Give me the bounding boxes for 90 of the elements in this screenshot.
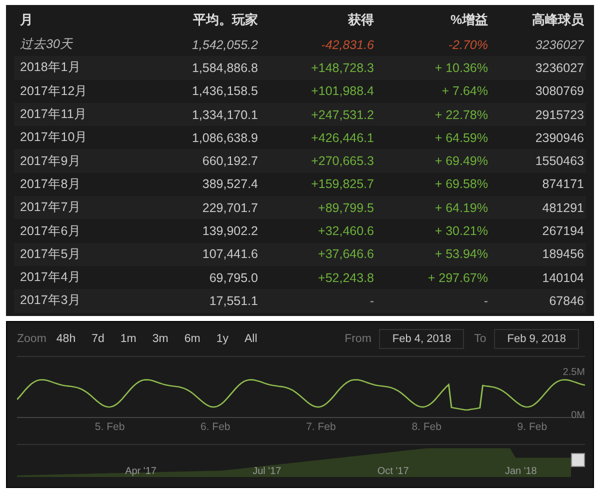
to-label: To: [474, 332, 486, 345]
table-cell-text: + 64.19%: [434, 200, 488, 215]
table-cell-text: 3236027: [534, 38, 584, 52]
axis-label: 6. Feb: [200, 420, 230, 433]
table-cell-text: + 64.59%: [434, 130, 488, 145]
table-cell-text: 389,527.4: [201, 177, 258, 192]
table-cell-text: 过去30天: [19, 36, 74, 54]
table-cell-text: 1,086,638.9: [190, 130, 258, 145]
navigator[interactable]: Apr '17 Jul '17 Oct '17 Jan '18: [17, 444, 585, 477]
table-cell-text: +37,646.6: [317, 247, 374, 262]
from-label: From: [344, 332, 372, 345]
table-cell-text: 69,795.0: [208, 270, 258, 285]
axis-label: 5. Feb: [94, 420, 125, 433]
table-cell-text: -: [368, 294, 374, 308]
table-cell-text: 140104: [541, 270, 584, 285]
axis-label: 9. Feb: [517, 420, 548, 433]
table-cell-text: + 7.64%: [440, 84, 488, 98]
column-header: 平均。玩家: [192, 11, 258, 29]
axis-label: 7. Feb: [306, 420, 336, 433]
zoom-button[interactable]: 1y: [210, 330, 234, 347]
table-cell-text: 1,542,055.2: [190, 38, 258, 52]
axis-label: Oct '17: [377, 466, 409, 477]
table-cell-text: 67846: [548, 294, 584, 308]
table-cell-text: 2017年7月: [19, 199, 82, 216]
table-cell-text: 2017年6月: [19, 222, 82, 240]
column-header: 月: [19, 11, 34, 29]
table-cell-text: +32,460.6: [317, 224, 374, 238]
zoom-button[interactable]: 1m: [114, 330, 142, 347]
zoom-button[interactable]: All: [238, 330, 264, 347]
date-field[interactable]: Feb 9, 2018: [494, 328, 579, 349]
table-cell-text: +426,446.1: [310, 130, 374, 145]
table-cell-text: + 53.94%: [434, 247, 488, 262]
table-cell-text: 267194: [541, 224, 584, 238]
table-cell-text: -: [482, 294, 488, 308]
table-cell-text: -2.70%: [447, 38, 488, 52]
table-cell-text: 1,584,886.8: [190, 60, 258, 75]
axis-label: Apr '17: [125, 466, 156, 477]
table-cell-text: 229,701.7: [201, 200, 258, 215]
table-cell-text: +101,988.4: [310, 84, 374, 98]
table-cell-text: +89,799.5: [317, 200, 374, 215]
table-cell-text: 2017年11月: [19, 106, 88, 124]
range-handle[interactable]: [571, 452, 585, 467]
zoom-button[interactable]: 7d: [86, 330, 110, 347]
table-cell-text: 2017年5月: [19, 246, 82, 263]
table-cell-text: 3080769: [534, 84, 584, 98]
axis-label: 0M: [571, 410, 585, 421]
zoom-label: Zoom: [17, 332, 46, 345]
table-cell-text: 2017年9月: [19, 152, 82, 170]
table-cell-text: -42,831.6: [320, 38, 374, 52]
zoom-button[interactable]: 48h: [50, 330, 82, 347]
table-cell-text: 1550463: [534, 154, 584, 168]
axis-label: 8. Feb: [412, 420, 442, 433]
table-cell-text: + 30.21%: [434, 224, 488, 238]
table-cell-text: 107,441.6: [201, 247, 258, 262]
axis-label: 2.5M: [562, 366, 585, 378]
table-cell-text: + 10.36%: [434, 60, 488, 75]
table-cell-text: 481291: [541, 200, 584, 215]
table-cell-text: 874171: [541, 177, 584, 192]
table-cell-text: 3236027: [534, 60, 584, 75]
table-cell-text: +270,665.3: [310, 154, 374, 168]
table-cell-text: +148,728.3: [310, 60, 374, 75]
table-cell-text: +247,531.2: [310, 108, 374, 122]
table-cell-text: 2017年3月: [19, 292, 82, 310]
table-cell-text: +159,825.7: [310, 177, 374, 192]
column-header: 高峰球员: [531, 11, 584, 29]
zoom-button[interactable]: 6m: [178, 330, 206, 347]
table-cell-text: 2915723: [534, 108, 584, 122]
table-cell-text: 1,334,170.1: [190, 108, 258, 122]
table-cell-text: 2017年12月: [19, 82, 89, 100]
axis-label: Jul '17: [252, 466, 282, 477]
table-cell-text: 139,902.2: [201, 224, 258, 238]
table-cell-text: 2017年4月: [19, 269, 82, 286]
table-cell-text: +52,243.8: [317, 270, 374, 285]
date-field[interactable]: Feb 4, 2018: [379, 328, 464, 349]
table-cell-text: + 297.67%: [426, 270, 488, 285]
table-cell-text: 17,551.1: [208, 294, 258, 308]
table-cell-text: + 22.78%: [434, 108, 488, 122]
column-header: %增益: [449, 11, 488, 29]
table-cell-text: 2017年8月: [19, 176, 82, 193]
table-cell-text: 2018年1月: [19, 59, 82, 76]
table-cell-text: + 69.49%: [434, 154, 488, 168]
table-cell-text: 2017年10月: [19, 129, 89, 146]
table-cell-text: + 69.58%: [434, 177, 488, 192]
table-cell-text: 1,436,158.5: [190, 84, 258, 98]
column-header: 获得: [347, 11, 374, 29]
zoom-button[interactable]: 3m: [146, 330, 174, 347]
axis-label: Jan '18: [504, 466, 537, 477]
table-cell-text: 2390946: [534, 130, 584, 145]
table-cell-text: 189456: [541, 247, 584, 262]
table-cell-text: 660,192.7: [201, 154, 258, 168]
